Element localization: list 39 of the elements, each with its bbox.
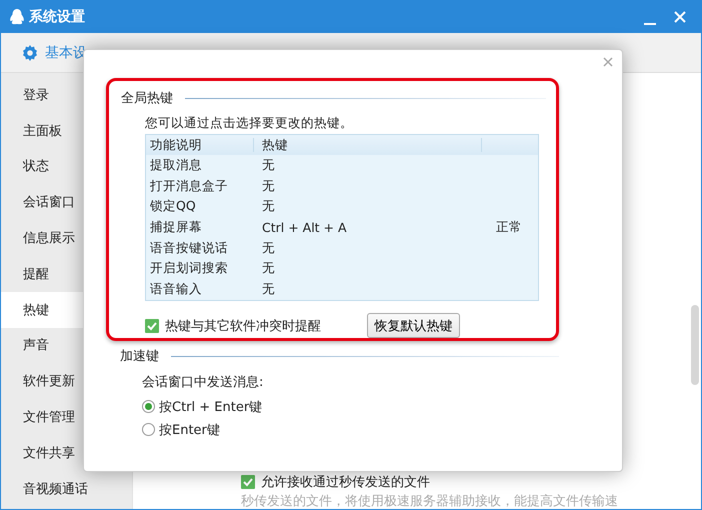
table-cell-text: 开启划词搜索 [149,260,229,278]
checkbox[interactable] [145,318,159,332]
radio-label: 按Ctrl + Enter键 [159,398,262,416]
checkbox-label: 热键与其它软件冲突时提醒 [165,318,321,334]
close-icon [674,11,686,23]
table-cell-text: 语音输入 [149,280,203,298]
description-text: 秒传发送的文件，将使用极速服务器辅助接收，能提高文件传输速 [241,493,619,509]
table-cell-text: 捕捉屏幕 [149,218,203,236]
radio-label: 按Enter键 [159,422,220,438]
penguin-icon [9,8,25,26]
radio-button[interactable] [142,423,155,436]
sidebar-item[interactable]: 音视频通话 [1,470,132,507]
table-cell[interactable]: 无 [254,178,492,195]
column-header[interactable]: 功能说明 [146,138,254,152]
checkbox-label: 允许接收通过秒传发送的文件 [261,474,430,491]
table-cell-text: 提取消息 [149,156,203,174]
hint-text: 您可以通过点击选择要更改的热键。 [145,115,354,132]
table-cell-text: 语音按键说话 [149,240,229,257]
minimize-icon [644,23,656,25]
scrollbar-thumb[interactable] [691,305,699,385]
table-cell[interactable]: 无 [254,198,492,216]
table-cell[interactable]: Ctrl + Alt + A [254,220,492,235]
prompt-text: 会话窗口中发送消息: [142,374,264,391]
table-cell[interactable]: 无 [254,280,492,298]
restore-default-button[interactable]: 恢复默认热键 [367,313,460,338]
table-cell[interactable]: 无 [254,260,492,278]
table-cell[interactable]: 无 [254,156,492,174]
settings-icon [21,44,39,62]
table-cell-text: 锁定QQ [149,198,197,216]
radio-button[interactable] [142,400,155,413]
close-icon [603,57,613,67]
table-cell-text: 正常 [495,218,523,236]
checkbox[interactable] [241,475,255,489]
table-cell[interactable]: 无 [254,240,492,257]
section-title: 加速键 [120,348,159,365]
column-header[interactable]: 热键 [254,138,482,152]
table-cell-text: 打开消息盒子 [149,178,229,195]
section-title: 全局热键 [121,90,173,107]
window-title: 系统设置 [29,8,86,26]
